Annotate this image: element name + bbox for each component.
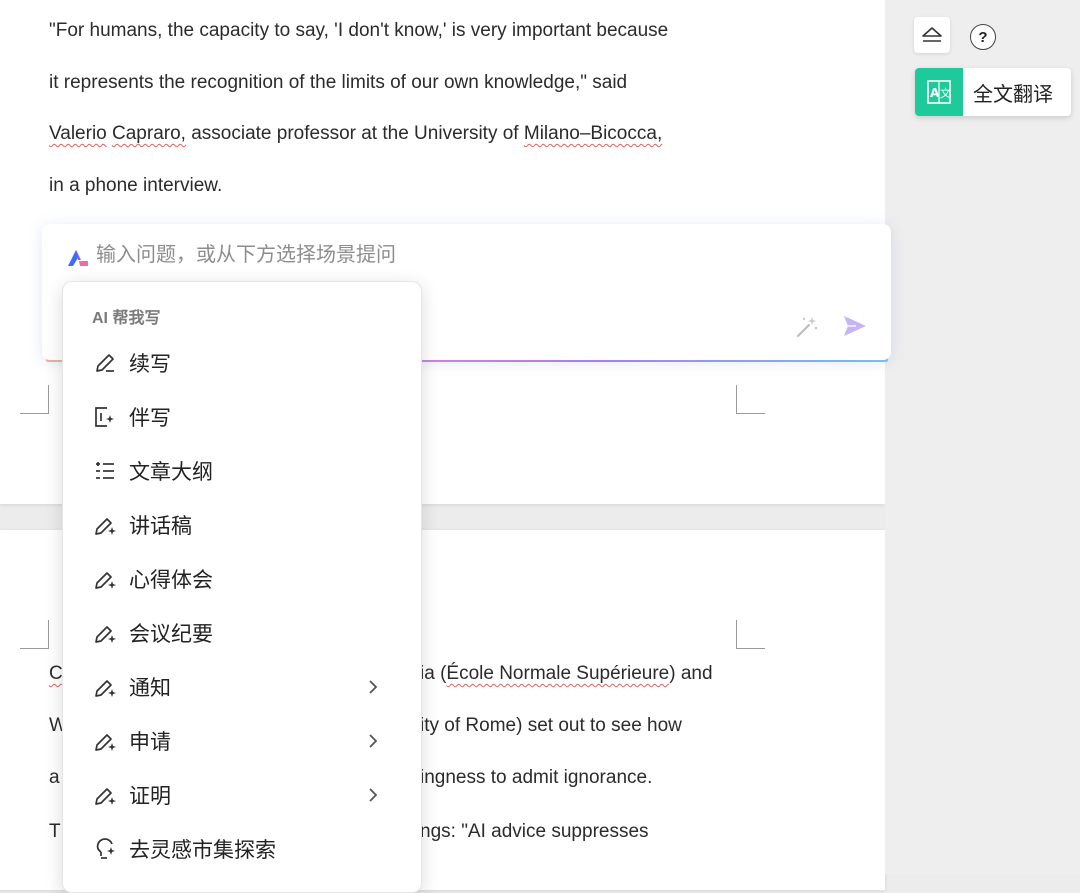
help-button[interactable]: ? <box>970 24 996 50</box>
menu-item-certificate[interactable]: 证明 <box>63 768 421 822</box>
margin-corner-mark <box>736 620 765 649</box>
translate-icon-container: A 文 <box>915 68 963 116</box>
pen-sparkle-icon <box>95 680 116 697</box>
menu-item-label: 心得体会 <box>129 569 213 592</box>
menu-item-inspiration-market[interactable]: 去灵感市集探索 <box>63 822 421 876</box>
margin-corner-mark <box>20 385 49 414</box>
paragraph-text: ia ( <box>420 663 447 684</box>
right-side-panel: ? A 文 全文翻译 <box>885 0 1080 874</box>
menu-item-label: 申请 <box>129 731 171 754</box>
paragraph-line-lead: a <box>49 767 60 788</box>
menu-item-article-outline[interactable]: 文章大纲 <box>63 444 421 498</box>
ai-logo-icon <box>68 250 88 266</box>
collapse-toggle-button[interactable] <box>914 17 950 53</box>
pen-sparkle-icon <box>95 788 116 805</box>
menu-item-application[interactable]: 申请 <box>63 714 421 768</box>
translate-icon: A 文 <box>927 80 951 104</box>
spellcheck-word[interactable]: École Normale Supérieure <box>446 663 669 684</box>
menu-item-label: 通知 <box>129 677 171 700</box>
menu-item-label: 文章大纲 <box>129 461 213 484</box>
spellcheck-word[interactable]: C <box>49 663 63 684</box>
paragraph-line: in a phone interview. <box>49 175 223 196</box>
chevron-right-icon <box>369 680 378 694</box>
paragraph-text: ) and <box>669 663 713 684</box>
paragraph-line-tail: ngs: "AI advice suppresses <box>420 821 649 842</box>
outline-icon <box>96 462 114 479</box>
pen-icon <box>96 354 114 372</box>
send-icon[interactable] <box>842 314 868 338</box>
paragraph-line-lead: T <box>49 821 61 842</box>
paragraph-line-tail: ingness to admit ignorance. <box>420 767 653 788</box>
spellcheck-word[interactable]: Capraro, <box>112 123 186 144</box>
chevron-right-icon <box>369 734 378 748</box>
spellcheck-word[interactable]: Milano–Bicocca, <box>524 123 662 144</box>
paragraph-line-tail: ity of Rome) set out to see how <box>420 715 682 736</box>
cowrite-icon <box>95 407 114 427</box>
margin-corner-mark <box>20 620 49 649</box>
spellcheck-word[interactable]: Valerio <box>49 123 107 144</box>
lightbulb-icon <box>96 838 115 859</box>
menu-item-label: 证明 <box>129 785 171 808</box>
menu-header: AI 帮我写 <box>92 310 161 327</box>
chevron-right-icon <box>369 788 378 802</box>
pen-sparkle-icon <box>95 572 116 589</box>
translate-label: 全文翻译 <box>973 83 1053 106</box>
pen-sparkle-icon <box>95 626 116 643</box>
paragraph-line: Valerio Capraro, associate professor at … <box>49 123 662 145</box>
margin-corner-mark <box>736 385 765 414</box>
menu-item-continue-writing[interactable]: 续写 <box>63 336 421 390</box>
menu-item-co-writing[interactable]: 伴写 <box>63 390 421 444</box>
menu-item-label: 去灵感市集探索 <box>129 839 276 862</box>
magic-wand-icon[interactable] <box>794 314 820 340</box>
eject-icon <box>922 27 942 42</box>
svg-text:A: A <box>930 86 940 100</box>
ai-write-menu: AI 帮我写 续写 伴写 文章大纲 讲话稿 心得体会 会议纪要 通知 申请 证明… <box>62 281 422 893</box>
paragraph-line-lead: C <box>49 663 63 685</box>
full-text-translate-button[interactable]: A 文 全文翻译 <box>915 68 1071 116</box>
menu-item-label: 讲话稿 <box>129 515 192 538</box>
ai-question-input[interactable] <box>96 244 736 267</box>
menu-item-label: 会议纪要 <box>129 623 213 646</box>
paragraph-line: "For humans, the capacity to say, 'I don… <box>49 20 669 41</box>
menu-item-speech-draft[interactable]: 讲话稿 <box>63 498 421 552</box>
menu-item-notice[interactable]: 通知 <box>63 660 421 714</box>
pen-sparkle-icon <box>95 518 116 535</box>
menu-item-label: 伴写 <box>129 407 171 430</box>
menu-item-meeting-minutes[interactable]: 会议纪要 <box>63 606 421 660</box>
paragraph-line: it represents the recognition of the lim… <box>49 72 628 93</box>
menu-item-reflections[interactable]: 心得体会 <box>63 552 421 606</box>
paragraph-line-tail: ia (École Normale Supérieure) and <box>420 663 713 685</box>
pen-sparkle-icon <box>95 734 116 751</box>
menu-item-label: 续写 <box>129 353 171 376</box>
svg-text:文: 文 <box>940 86 951 100</box>
paragraph-text: associate professor at the University of <box>191 123 519 144</box>
